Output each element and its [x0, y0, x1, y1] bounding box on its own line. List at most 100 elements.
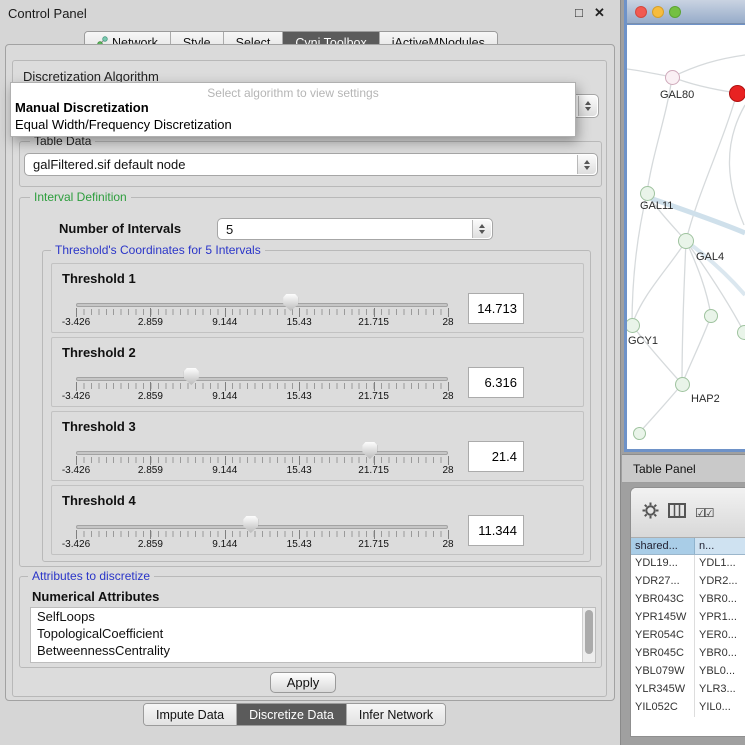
table-cell[interactable]: YDL19... [631, 555, 695, 573]
slider-major-tick [76, 456, 77, 465]
table-cell[interactable]: YBR0... [695, 591, 745, 609]
table-panel-window: ☑☑ shared... n... YDL19... YDL1... YDR27… [630, 487, 745, 737]
discretize-panel: Discretization Algorithm Select algorith… [12, 60, 607, 697]
table-cell[interactable]: YER054C [631, 627, 695, 645]
network-node[interactable] [704, 309, 718, 323]
table-row[interactable]: YIL052C YIL0... [631, 699, 745, 717]
table-row[interactable]: YPR145W YPR1... [631, 609, 745, 627]
slider-scale-label: 15.43 [287, 391, 312, 402]
scrollbar-thumb[interactable] [585, 610, 593, 654]
scrollbar[interactable] [582, 608, 595, 662]
threshold-value-field[interactable]: 14.713 [468, 293, 524, 324]
dropdown-option-equal-width[interactable]: Equal Width/Frequency Discretization [11, 116, 575, 133]
screen: Control Panel □ ✕ Network Style Select C… [0, 0, 745, 745]
table-cell[interactable]: YLR345W [631, 681, 695, 699]
table-toolbar: ☑☑ [631, 488, 745, 538]
columns-icon[interactable] [668, 503, 686, 523]
minimize-icon[interactable]: □ [575, 5, 583, 20]
gear-icon[interactable] [642, 502, 659, 524]
slider-major-tick [374, 530, 375, 539]
network-node[interactable] [633, 427, 646, 440]
table-row[interactable]: YBR045C YBR0... [631, 645, 745, 663]
table-cell[interactable]: YIL0... [695, 699, 745, 717]
slider-ticks [76, 309, 449, 315]
slider-ticks [76, 457, 449, 463]
table-cell[interactable]: YIL052C [631, 699, 695, 717]
slider-scale-label: 2.859 [138, 317, 163, 328]
table-row[interactable]: YLR345W YLR3... [631, 681, 745, 699]
threshold-slider-track[interactable] [76, 303, 448, 307]
table-cell[interactable]: YER0... [695, 627, 745, 645]
select-rows-icon[interactable]: ☑☑ [695, 506, 713, 520]
network-node-gal80[interactable] [665, 70, 680, 85]
column-header-shared[interactable]: shared... [631, 538, 695, 554]
table-row[interactable]: YER054C YER0... [631, 627, 745, 645]
threshold-panel: Threshold 1 14.713 -3.4262.8599.14415.43… [51, 263, 584, 333]
network-node-gcy1[interactable] [627, 318, 640, 333]
tab-label: Infer Network [359, 708, 433, 722]
slider-scale-label: -3.426 [62, 391, 90, 402]
network-node-gal11[interactable] [640, 186, 655, 201]
slider-scale-label: 28 [442, 317, 453, 328]
table-row[interactable]: YBL079W YBL0... [631, 663, 745, 681]
tab-impute-data[interactable]: Impute Data [144, 704, 236, 725]
thresholds-container: Threshold 1 14.713 -3.4262.8599.14415.43… [51, 263, 584, 555]
table-cell[interactable]: YBR0... [695, 645, 745, 663]
number-of-intervals-label: Number of Intervals [59, 221, 181, 236]
stepper-icon[interactable] [577, 155, 596, 174]
table-cell[interactable]: YBR043C [631, 591, 695, 609]
table-cell[interactable]: YDR2... [695, 573, 745, 591]
number-of-intervals-combobox[interactable]: 5 [217, 218, 493, 240]
zoom-traffic-light-icon[interactable] [669, 6, 681, 18]
table-cell[interactable]: YPR145W [631, 609, 695, 627]
table-cell[interactable]: YDR27... [631, 573, 695, 591]
column-header-name[interactable]: n... [695, 538, 745, 554]
network-node-hap2[interactable] [675, 377, 690, 392]
table-cell[interactable]: YBR045C [631, 645, 695, 663]
minimize-traffic-light-icon[interactable] [652, 6, 664, 18]
threshold-slider-track[interactable] [76, 451, 448, 455]
network-canvas[interactable]: GAL80GAL11GAL4GCY1HAP2 [627, 25, 745, 449]
network-node[interactable] [737, 325, 745, 340]
tab-label: Impute Data [156, 708, 224, 722]
bottom-tab-bar: Impute Data Discretize Data Infer Networ… [143, 703, 446, 726]
threshold-slider-track[interactable] [76, 377, 448, 381]
table-data-combobox[interactable]: galFiltered.sif default node [24, 153, 598, 176]
threshold-value-field[interactable]: 11.344 [468, 515, 524, 546]
network-node[interactable] [729, 85, 745, 102]
close-icon[interactable]: ✕ [594, 5, 605, 21]
slider-major-tick [150, 308, 151, 317]
table-data-value: galFiltered.sif default node [33, 154, 573, 175]
tab-infer-network[interactable]: Infer Network [346, 704, 445, 725]
table-row[interactable]: YBR043C YBR0... [631, 591, 745, 609]
threshold-label: Threshold 2 [62, 345, 136, 360]
table-cell[interactable]: YDL1... [695, 555, 745, 573]
threshold-slider-track[interactable] [76, 525, 448, 529]
network-node-gal4[interactable] [678, 233, 694, 249]
slider-major-tick [448, 308, 449, 317]
slider-scale-label: 21.715 [358, 317, 389, 328]
table-row[interactable]: YDL19... YDL1... [631, 555, 745, 573]
table-row[interactable]: YDR27... YDR2... [631, 573, 745, 591]
table-cell[interactable]: YLR3... [695, 681, 745, 699]
table-cell[interactable]: YBL0... [695, 663, 745, 681]
slider-scale-label: 9.144 [212, 539, 237, 550]
tab-discretize-data[interactable]: Discretize Data [236, 704, 346, 725]
stepper-icon[interactable] [472, 220, 491, 238]
close-traffic-light-icon[interactable] [635, 6, 647, 18]
attribute-list-item[interactable]: TopologicalCoefficient [31, 625, 595, 642]
apply-button[interactable]: Apply [270, 672, 336, 693]
threshold-value-field[interactable]: 6.316 [468, 367, 524, 398]
threshold-value-field[interactable]: 21.4 [468, 441, 524, 472]
table-cell[interactable]: YBL079W [631, 663, 695, 681]
attribute-list-item[interactable]: SelfLoops [31, 608, 595, 625]
stepper-icon[interactable] [578, 96, 597, 116]
table-cell[interactable]: YPR1... [695, 609, 745, 627]
threshold-panel: Threshold 3 21.4 -3.4262.8599.14415.4321… [51, 411, 584, 481]
attribute-list-item[interactable]: BetweennessCentrality [31, 642, 595, 659]
interval-definition-legend: Interval Definition [30, 190, 131, 204]
network-window-titlebar[interactable] [627, 0, 745, 24]
dropdown-option-manual-discretization[interactable]: Manual Discretization [11, 99, 575, 116]
table-header-row: shared... n... [631, 538, 745, 555]
thresholds-legend: Threshold's Coordinates for 5 Intervals [51, 243, 265, 257]
